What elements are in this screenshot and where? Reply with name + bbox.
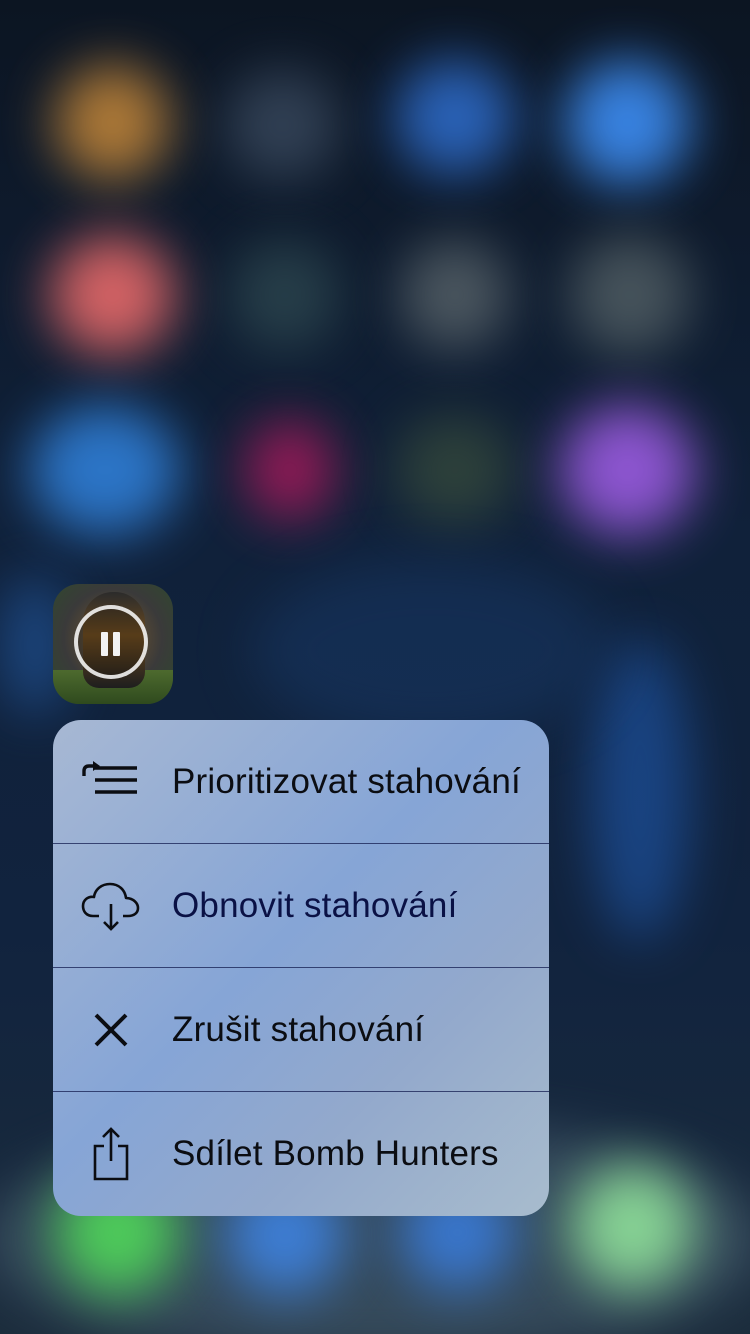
app-icon-downloading[interactable]: [53, 584, 173, 704]
blurred-app-icon: [400, 240, 510, 350]
blurred-app-icon: [50, 235, 175, 355]
blurred-app-icon: [395, 60, 515, 175]
download-progress-ring: [74, 605, 148, 679]
quick-action-label: Obnovit stahování: [172, 885, 458, 925]
blurred-app-icon: [395, 415, 515, 525]
quick-action-resume-download[interactable]: Obnovit stahování: [53, 844, 549, 968]
pause-icon: [101, 632, 108, 656]
blurred-app-icon: [30, 405, 180, 535]
quick-action-share-app[interactable]: Sdílet Bomb Hunters: [53, 1092, 549, 1216]
share-icon: [79, 1127, 143, 1181]
blurred-dock-app-icon: [570, 1165, 695, 1290]
blurred-app-icon: [245, 420, 335, 520]
quick-actions-menu: Prioritizovat stahování Obnovit stahován…: [53, 720, 549, 1216]
blurred-app-icon: [230, 240, 340, 350]
quick-action-label: Zrušit stahování: [172, 1009, 425, 1049]
quick-action-prioritize[interactable]: Prioritizovat stahování: [53, 720, 549, 844]
blurred-app-icon: [570, 235, 690, 355]
blurred-app-icon: [250, 560, 610, 740]
blurred-app-icon: [225, 70, 340, 180]
quick-action-cancel-download[interactable]: Zrušit stahování: [53, 968, 549, 1092]
pause-icon: [113, 632, 120, 656]
quick-action-label: Sdílet Bomb Hunters: [172, 1134, 499, 1173]
cloud-download-icon: [79, 880, 143, 932]
blurred-app-icon: [560, 405, 695, 535]
blurred-app-icon: [565, 60, 690, 185]
blurred-app-icon: [590, 640, 690, 940]
prioritize-list-icon: [79, 756, 143, 808]
quick-action-label: Prioritizovat stahování: [172, 761, 521, 801]
blurred-app-icon: [55, 65, 170, 180]
close-icon: [79, 1004, 143, 1056]
